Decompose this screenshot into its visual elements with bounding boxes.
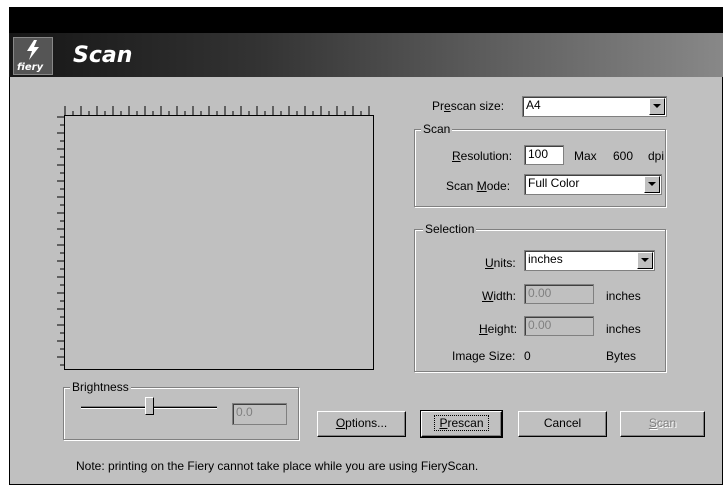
max-label: Max: [574, 149, 597, 163]
fiery-logo: fiery: [13, 37, 53, 75]
logo-text: fiery: [17, 62, 44, 73]
scan-mode-dropdown[interactable]: Full Color: [524, 174, 662, 195]
height-unit: inches: [606, 322, 641, 336]
resolution-label: Resolution:: [452, 149, 513, 163]
resolution-field[interactable]: 100: [524, 145, 564, 165]
scan-mode-value: Full Color: [528, 176, 580, 190]
width-field[interactable]: 0.00: [524, 284, 594, 304]
units-dropdown[interactable]: inches: [524, 250, 655, 271]
cancel-button[interactable]: Cancel: [518, 411, 607, 437]
top-black-bar: [9, 7, 723, 33]
scan-button[interactable]: Scan: [620, 411, 705, 437]
options-button[interactable]: Options...: [317, 411, 406, 437]
width-unit: inches: [606, 289, 641, 303]
units-value: inches: [528, 252, 563, 266]
selection-group-title: Selection: [423, 222, 477, 236]
width-label: Width:: [482, 289, 517, 303]
scan-group-title: Scan: [421, 122, 453, 136]
brightness-value-field[interactable]: 0.0: [232, 403, 287, 425]
prescan-size-value: A4: [526, 98, 541, 112]
title-bar: fiery Scan: [9, 33, 723, 77]
window-title: Scan: [73, 43, 133, 68]
dpi-unit: dpi: [648, 149, 665, 163]
brightness-group-title: Brightness: [70, 380, 131, 394]
dropdown-arrow-icon[interactable]: [637, 252, 653, 269]
prescan-size-label: Prescan size:: [432, 99, 505, 113]
max-value: 600: [613, 149, 634, 163]
height-field[interactable]: 0.00: [524, 316, 594, 336]
image-size-label: Image Size:: [452, 349, 516, 363]
dropdown-arrow-icon[interactable]: [649, 98, 665, 115]
image-size-value: 0: [524, 349, 531, 363]
prescan-button[interactable]: Prescan: [420, 410, 503, 438]
dropdown-arrow-icon[interactable]: [644, 176, 660, 193]
scan-preview-area[interactable]: [64, 115, 374, 370]
image-size-unit: Bytes: [606, 349, 637, 363]
prescan-size-dropdown[interactable]: A4: [522, 96, 667, 117]
units-label: Units:: [485, 256, 516, 270]
scan-group: [414, 129, 666, 207]
lightning-icon: [27, 40, 39, 60]
scan-mode-label: Scan Mode:: [446, 179, 511, 193]
height-label: Height:: [479, 322, 518, 336]
brightness-slider-thumb[interactable]: [145, 397, 154, 415]
note-text: Note: printing on the Fiery cannot take …: [76, 459, 479, 473]
